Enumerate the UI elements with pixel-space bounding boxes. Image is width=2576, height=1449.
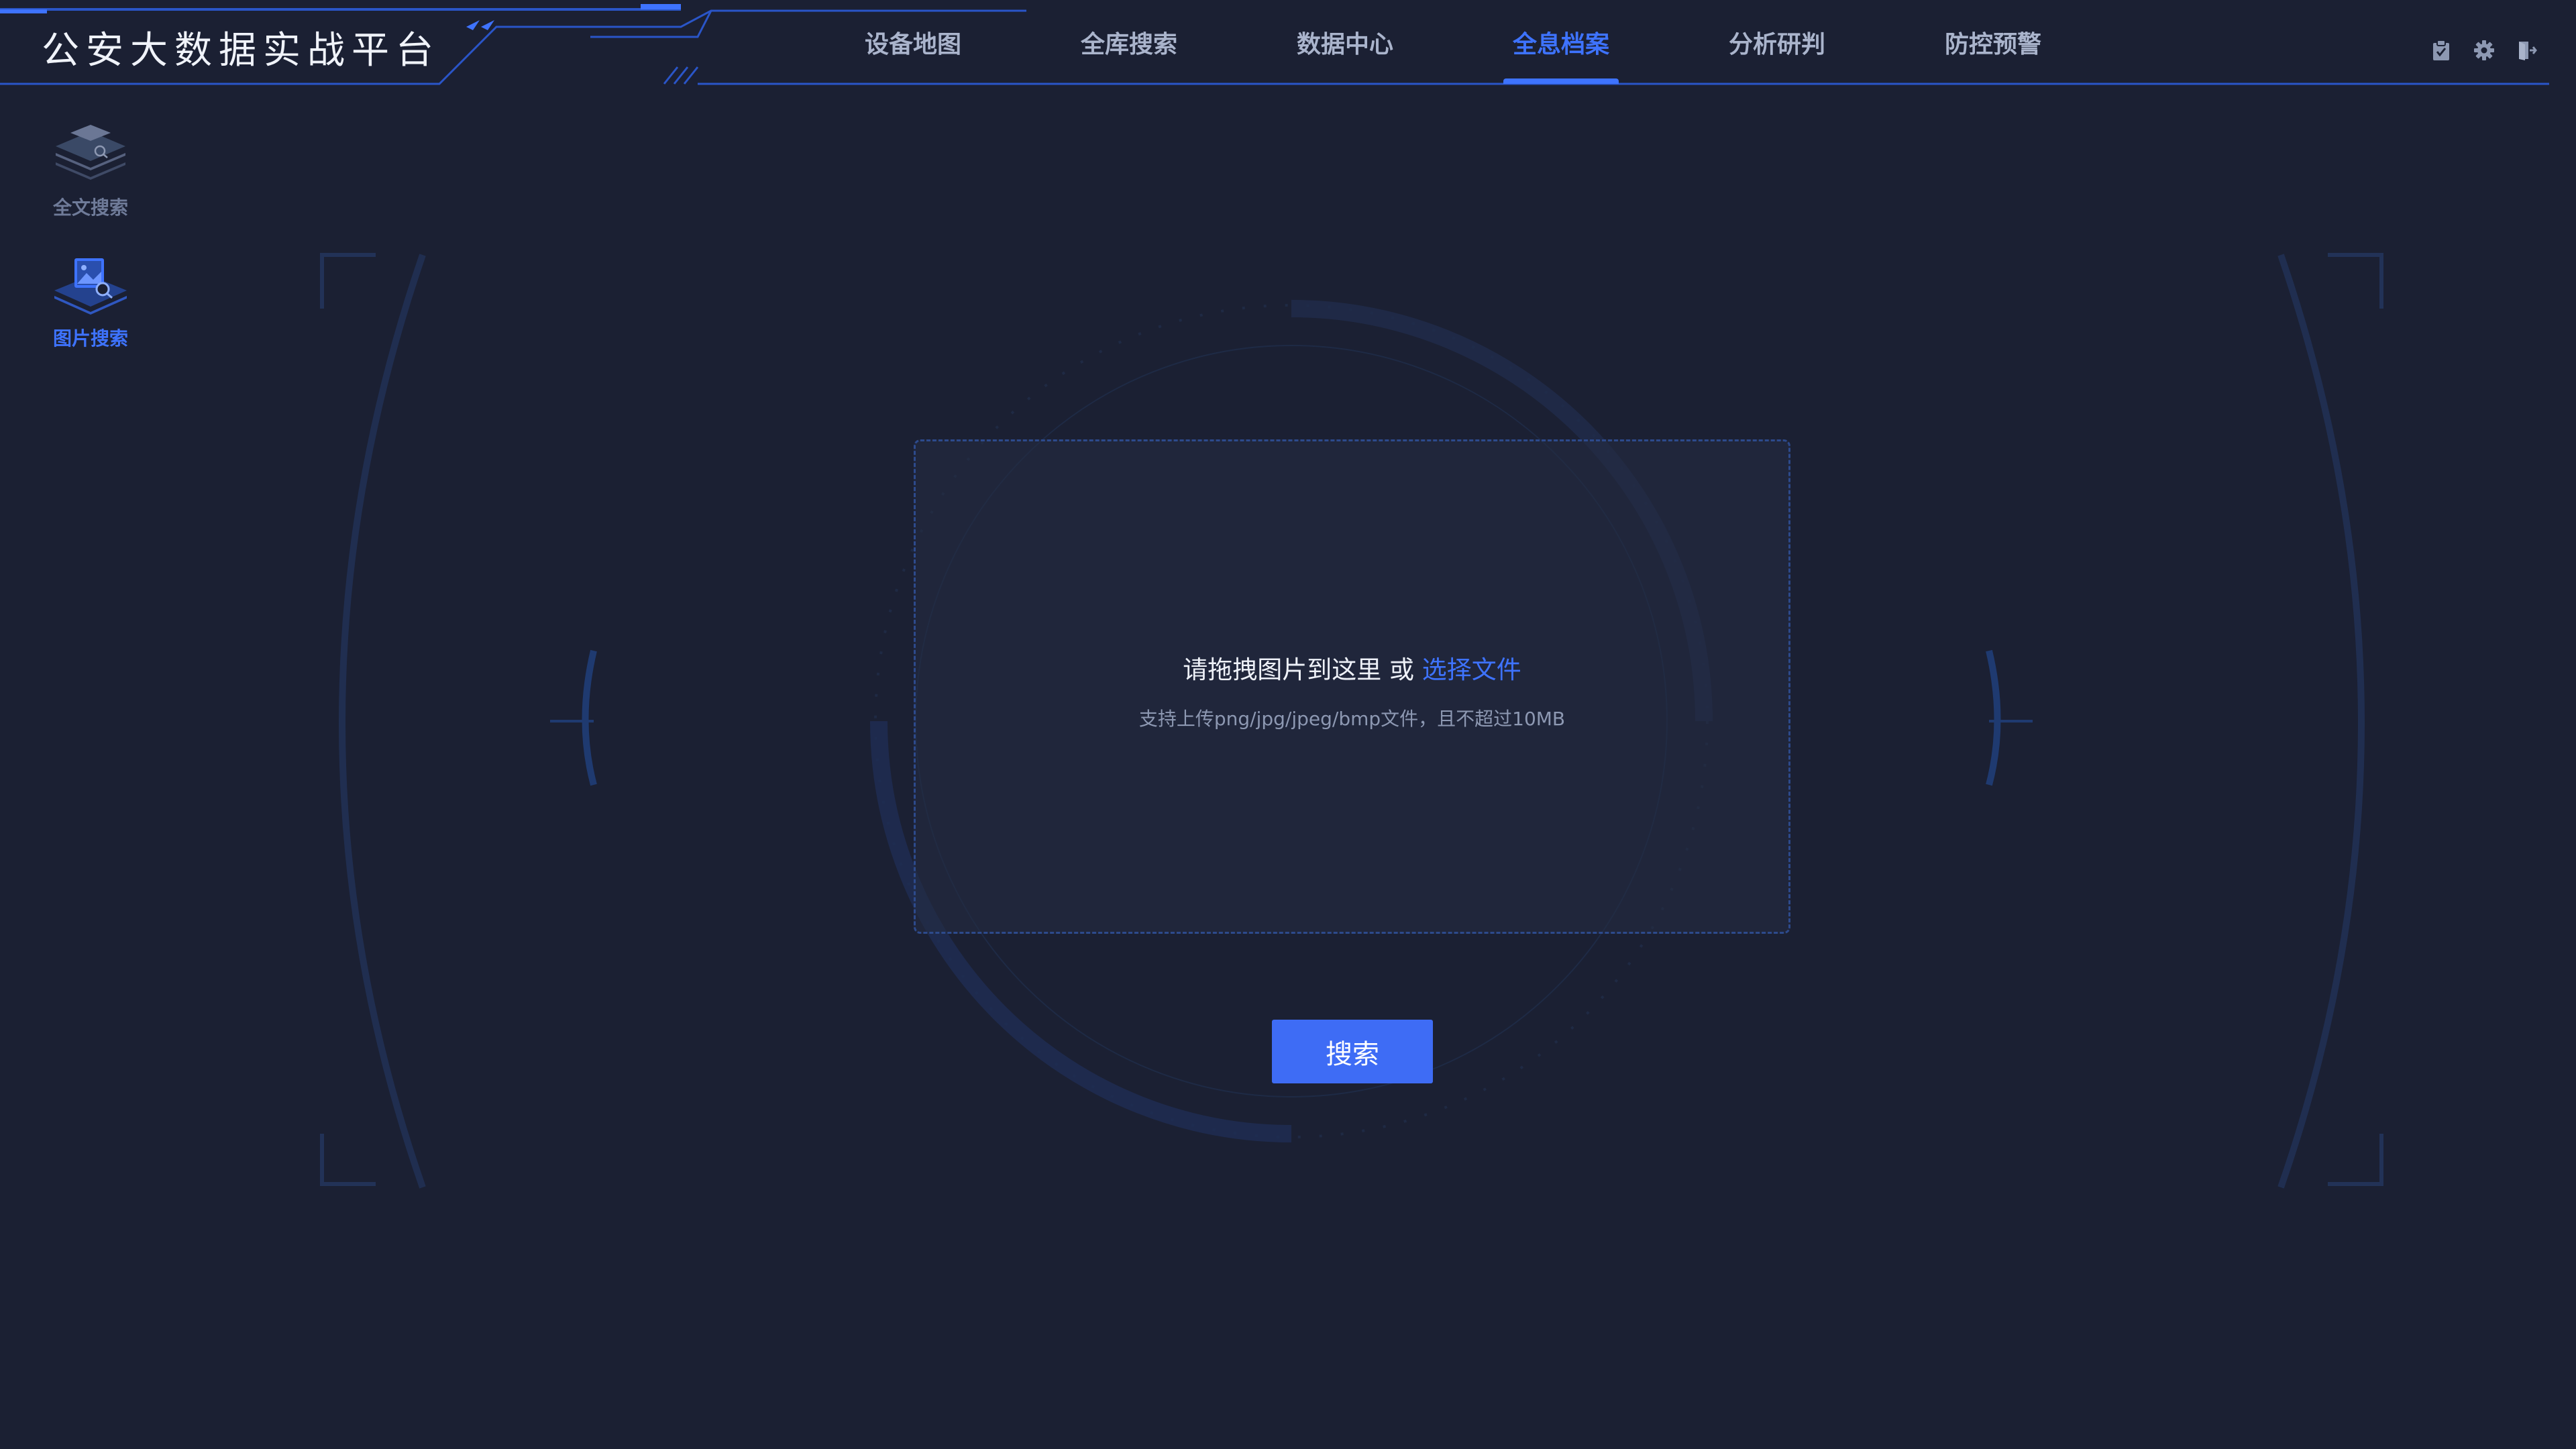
nav-tab-full-search[interactable]: 全库搜索 (1021, 0, 1237, 84)
sidebar-item-image-search[interactable]: 图片搜索 (27, 252, 154, 351)
logout-icon[interactable] (2516, 39, 2538, 62)
sidebar-item-label: 图片搜索 (52, 327, 128, 350)
main-nav: 设备地图 全库搜索 数据中心 全息档案 分析研判 防控预警 (805, 0, 2101, 84)
nav-tab-label: 分析研判 (1728, 30, 1825, 58)
nav-tab-label: 全息档案 (1512, 30, 1609, 58)
upload-prompt-text: 请拖拽图片到这里 或 (1183, 655, 1414, 684)
top-header: 公安大数据实战平台 设备地图 全库搜索 数据中心 全息档案 分析研判 防控预警 (0, 0, 2576, 87)
active-tab-indicator (1503, 78, 1619, 84)
upload-hint: 支持上传png/jpg/jpeg/bmp文件，且不超过10MB (1138, 707, 1566, 730)
nav-tab-label: 设备地图 (864, 30, 961, 58)
app-title: 公安大数据实战平台 (42, 29, 440, 72)
nav-tab-analysis[interactable]: 分析研判 (1669, 0, 1885, 84)
nav-tab-label: 防控预警 (1944, 30, 2041, 58)
upload-prompt: 请拖拽图片到这里 或 选择文件 (1183, 649, 1521, 686)
nav-tab-label: 全库搜索 (1080, 30, 1177, 58)
nav-tab-holographic-archive[interactable]: 全息档案 (1453, 0, 1669, 84)
clipboard-icon[interactable] (2430, 39, 2453, 62)
nav-tab-early-warning[interactable]: 防控预警 (1885, 0, 2101, 84)
select-file-link[interactable]: 选择文件 (1422, 655, 1521, 684)
gear-icon[interactable] (2473, 39, 2496, 62)
layers-search-icon (56, 125, 125, 180)
sidebar-item-fulltext-search[interactable]: 全文搜索 (27, 121, 154, 220)
nav-tab-data-center[interactable]: 数据中心 (1237, 0, 1453, 84)
image-upload-dropzone[interactable]: 请拖拽图片到这里 或 选择文件 支持上传png/jpg/jpeg/bmp文件，且… (914, 439, 1790, 934)
sidebar-item-label: 全文搜索 (52, 197, 128, 219)
image-search-icon (54, 258, 127, 315)
header-tools (2430, 39, 2538, 62)
nav-tab-label: 数据中心 (1296, 30, 1393, 58)
nav-tab-device-map[interactable]: 设备地图 (805, 0, 1021, 84)
search-button[interactable]: 搜索 (1272, 1020, 1433, 1083)
